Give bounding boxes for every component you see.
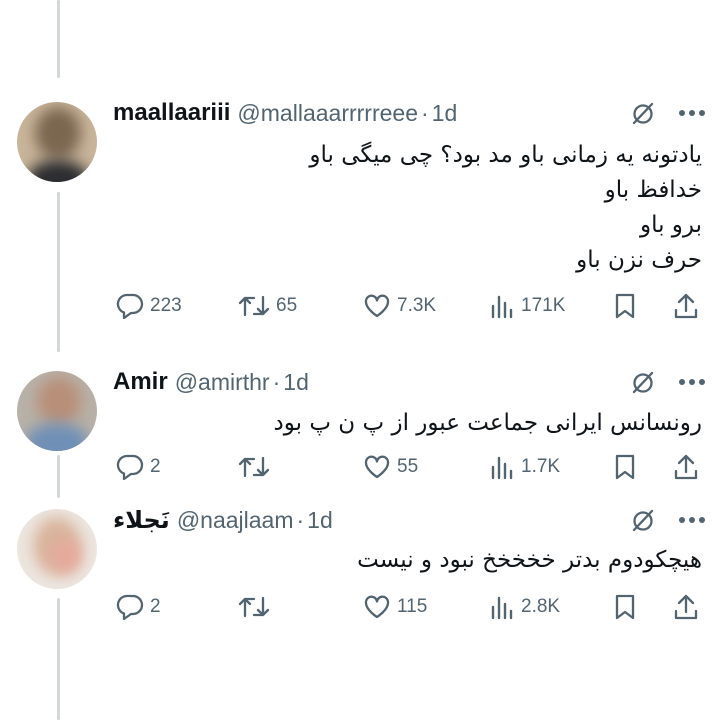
tweet-2[interactable]: Amir @amirthr · 1d رونسانس ایرانی جماعت … (0, 367, 720, 492)
separator: · (272, 368, 281, 395)
tweet-text-line: یادتونه یه زمانی باو مد بود؟ چی میگی باو (309, 142, 702, 168)
share-button[interactable] (673, 291, 699, 321)
action-bar: 223 65 7.3K 171K (113, 291, 702, 321)
display-name[interactable]: نَجلاء (113, 506, 170, 534)
views-button[interactable]: 171K (489, 291, 565, 321)
heart-icon (363, 454, 391, 480)
like-button[interactable]: 115 (363, 592, 427, 622)
thread-line-top (57, 0, 60, 78)
share-button[interactable] (673, 592, 699, 622)
retweet-icon (238, 594, 270, 620)
reply-button[interactable]: 2 (116, 592, 161, 622)
view-count: 2.8K (521, 596, 561, 617)
tweet-text-line: خدافظ باو (604, 177, 702, 203)
tweet-text: یادتونه یه زمانی باو مد بود؟ چی میگی باو… (309, 138, 702, 278)
views-chart-icon (489, 594, 515, 620)
bookmark-icon (613, 593, 637, 621)
tweet-3[interactable]: نَجلاء @naajlaam · 1d هیچکودوم بدتر خخخخ… (0, 505, 720, 630)
more-options-icon[interactable] (678, 516, 706, 524)
retweet-icon (238, 293, 270, 319)
retweet-button[interactable] (238, 452, 270, 482)
share-icon (673, 292, 699, 320)
like-count: 115 (397, 596, 428, 617)
tweet-text: هیچکودوم بدتر خخخخخ نبود و نیست (357, 543, 702, 578)
reply-button[interactable]: 2 (116, 452, 161, 482)
tweet-header: maallaariii @mallaaarrrrreee · 1d (113, 98, 457, 128)
timestamp[interactable]: 1d (307, 507, 333, 534)
tweet-text-line: رونسانس ایرانی جماعت عبور از پ ن پ بود (273, 410, 703, 436)
retweet-icon (238, 454, 270, 480)
views-chart-icon (489, 454, 515, 480)
more-options-icon[interactable] (678, 378, 706, 386)
tweet-header: Amir @amirthr · 1d (113, 367, 309, 397)
avatar[interactable] (17, 102, 97, 182)
grok-icon[interactable] (630, 507, 656, 533)
view-count: 1.7K (521, 456, 561, 477)
grok-icon[interactable] (630, 100, 656, 126)
heart-icon (363, 594, 391, 620)
more-options-icon[interactable] (678, 109, 706, 117)
username[interactable]: @amirthr (175, 369, 270, 396)
tweet-header: نَجلاء @naajlaam · 1d (113, 505, 333, 535)
bookmark-icon (613, 453, 637, 481)
grok-icon[interactable] (630, 369, 656, 395)
bookmark-icon (613, 292, 637, 320)
tweet-text-line: برو باو (639, 212, 702, 238)
reply-count: 2 (150, 596, 161, 617)
reply-icon (116, 454, 144, 480)
share-button[interactable] (673, 452, 699, 482)
heart-icon (363, 293, 391, 319)
retweet-button[interactable] (238, 592, 270, 622)
like-count: 55 (397, 456, 419, 477)
reply-icon (116, 594, 144, 620)
username[interactable]: @mallaaarrrrreee (237, 100, 418, 127)
bookmark-button[interactable] (613, 452, 637, 482)
avatar[interactable] (17, 509, 97, 589)
views-chart-icon (489, 293, 515, 319)
avatar[interactable] (17, 371, 97, 451)
like-count: 7.3K (397, 295, 437, 316)
like-button[interactable]: 7.3K (363, 291, 436, 321)
display-name[interactable]: Amir (113, 368, 168, 396)
bookmark-button[interactable] (613, 592, 637, 622)
action-bar: 2 55 1.7K (113, 452, 702, 482)
tweet-text-line: حرف نزن باو (576, 247, 702, 273)
separator: · (296, 506, 305, 533)
tweet-text: رونسانس ایرانی جماعت عبور از پ ن پ بود (274, 406, 703, 441)
view-count: 171K (521, 295, 566, 316)
tweet-text-line: هیچکودوم بدتر خخخخخ نبود و نیست (357, 547, 702, 573)
timestamp[interactable]: 1d (432, 100, 458, 127)
reply-count: 223 (150, 295, 182, 316)
reply-icon (116, 293, 144, 319)
share-icon (673, 453, 699, 481)
views-button[interactable]: 1.7K (489, 452, 560, 482)
retweet-count: 65 (276, 295, 298, 316)
display-name[interactable]: maallaariii (113, 99, 230, 127)
views-button[interactable]: 2.8K (489, 592, 560, 622)
bookmark-button[interactable] (613, 291, 637, 321)
timestamp[interactable]: 1d (283, 369, 309, 396)
tweet-1[interactable]: maallaariii @mallaaarrrrreee · 1d یادتون… (0, 98, 720, 328)
action-bar: 2 115 2.8K (113, 592, 702, 622)
retweet-button[interactable]: 65 (238, 291, 297, 321)
username[interactable]: @naajlaam (177, 507, 294, 534)
separator: · (421, 99, 429, 126)
reply-button[interactable]: 223 (116, 291, 182, 321)
share-icon (673, 593, 699, 621)
reply-count: 2 (150, 456, 161, 477)
like-button[interactable]: 55 (363, 452, 418, 482)
